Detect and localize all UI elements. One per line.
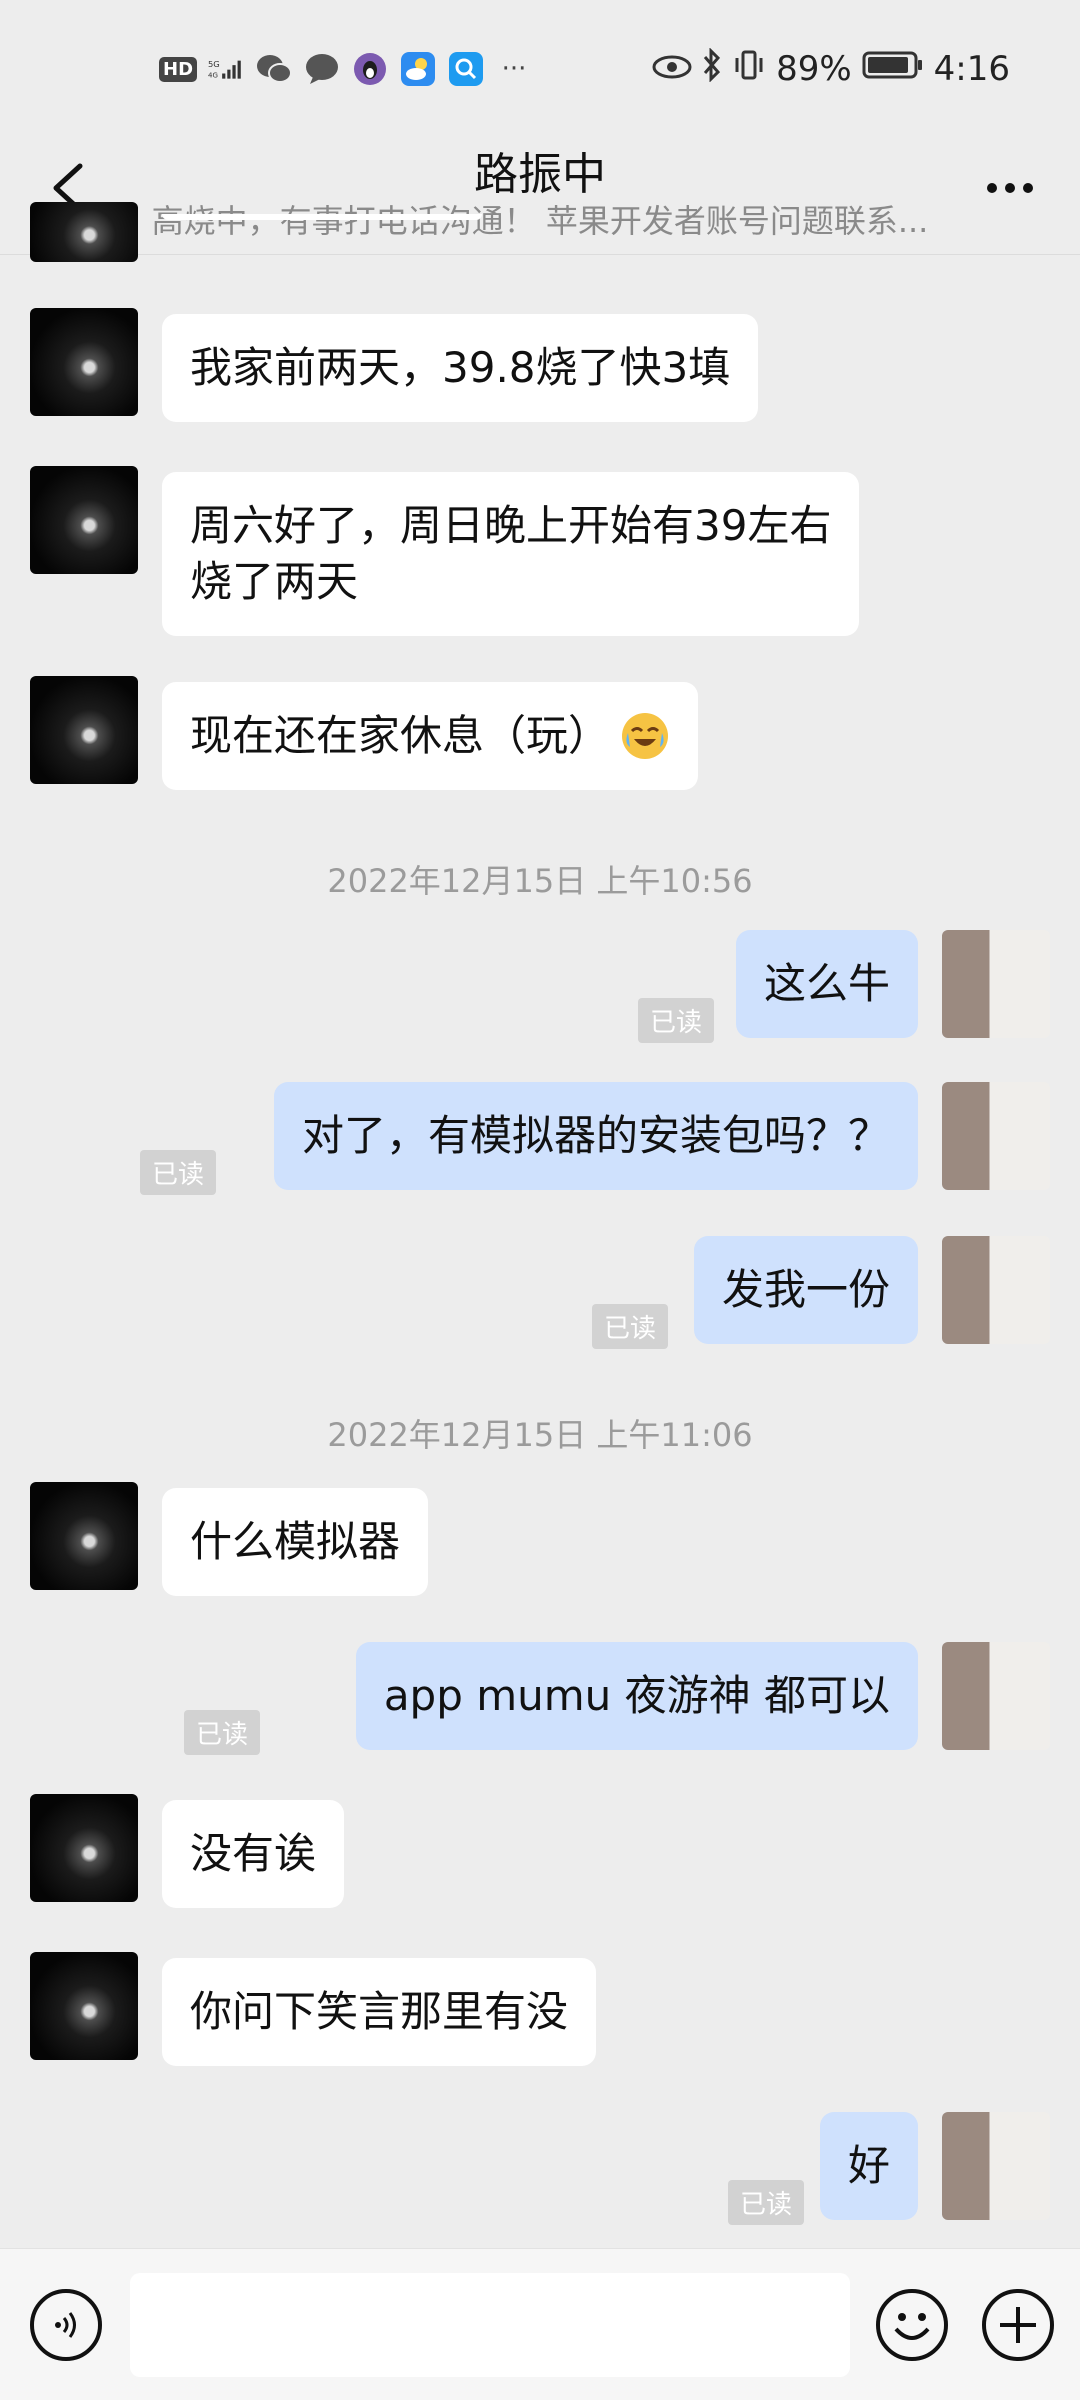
message-bubble[interactable]: 现在还在家休息（玩） (162, 682, 699, 790)
emoji-button[interactable] (876, 2289, 948, 2361)
contact-avatar[interactable] (30, 1952, 138, 2060)
message-line: 周六好了，周日晚上开始有39左右 (190, 501, 832, 550)
read-status-badge: 已读 (727, 2180, 804, 2225)
my-avatar[interactable] (942, 2112, 1050, 2220)
message-bubble[interactable]: 这么牛 (735, 930, 918, 1038)
chat-bubble-icon (304, 51, 340, 87)
message-bubble[interactable]: 发我一份 (693, 1236, 918, 1344)
contact-avatar[interactable] (30, 466, 138, 574)
vibrate-icon (732, 48, 766, 91)
contact-avatar[interactable] (30, 1794, 138, 1902)
message-bubble[interactable]: 好 (819, 2112, 918, 2220)
5g-signal-icon: 5G 4G (208, 51, 244, 87)
system-icons: 89% 4:16 (652, 44, 1010, 94)
message-timestamp: 2022年12月15日 上午11:06 (327, 1416, 753, 1454)
bluetooth-icon (702, 46, 722, 91)
smiley-icon (894, 2313, 930, 2340)
search-app-icon (448, 51, 484, 87)
battery-icon (862, 49, 924, 89)
more-options-button[interactable] (970, 152, 1050, 224)
status-bar: HD 5G 4G ··· 89% 4:16 (0, 0, 1080, 130)
contact-avatar[interactable] (30, 676, 138, 784)
chat-screen: HD 5G 4G ··· 89% 4:16 路振中 高烧中，有事打电话沟通！ 苹… (0, 0, 1080, 2400)
message-input-bar (0, 2248, 1080, 2400)
message-line: 烧了两天 (190, 557, 359, 606)
wechat-icon (256, 51, 292, 87)
contact-avatar[interactable] (30, 308, 138, 416)
notification-icons: HD 5G 4G ··· (159, 44, 532, 94)
contact-avatar[interactable] (30, 1482, 138, 1590)
more-icon (987, 183, 1033, 193)
read-status-badge: 已读 (637, 998, 714, 1043)
chat-header: 路振中 高烧中，有事打电话沟通！ 苹果开发者账号问题联系... (0, 130, 1080, 255)
message-text: 现在还在家休息（玩） (190, 711, 611, 760)
message-timestamp: 2022年12月15日 上午10:56 (327, 862, 753, 900)
my-avatar[interactable] (942, 1082, 1050, 1190)
message-bubble[interactable]: 我家前两天，39.8烧了快3填 (162, 314, 759, 422)
message-bubble-partial[interactable] (162, 214, 482, 220)
more-dots-icon: ··· (501, 54, 527, 84)
chat-title: 路振中 (474, 149, 606, 200)
read-status-badge: 已读 (139, 1150, 216, 1195)
message-bubble[interactable]: 你问下笑言那里有没 (162, 1958, 597, 2066)
weather-app-icon (400, 51, 436, 87)
battery-percent: 89% (776, 49, 852, 89)
svg-text:5G: 5G (208, 59, 220, 69)
plus-icon (1000, 2307, 1036, 2343)
my-avatar[interactable] (942, 1236, 1050, 1344)
message-bubble[interactable]: 什么模拟器 (162, 1488, 429, 1596)
hd-label: HD (159, 56, 198, 82)
message-bubble[interactable]: 没有诶 (162, 1800, 345, 1908)
laughing-crying-emoji-icon (622, 713, 669, 759)
message-bubble[interactable]: 周六好了，周日晚上开始有39左右 烧了两天 (162, 472, 860, 636)
my-avatar[interactable] (942, 1642, 1050, 1750)
voice-input-button[interactable] (30, 2289, 102, 2361)
my-avatar[interactable] (942, 930, 1050, 1038)
eye-icon (652, 49, 692, 89)
hd-icon: HD (159, 51, 198, 87)
qq-icon (352, 51, 388, 87)
clock: 4:16 (933, 49, 1010, 89)
message-bubble[interactable]: app mumu 夜游神 都可以 (355, 1642, 918, 1750)
svg-text:4G: 4G (208, 70, 218, 79)
message-bubble[interactable]: 对了，有模拟器的安装包吗？？ (273, 1082, 918, 1190)
voice-icon (55, 2312, 76, 2338)
read-status-badge: 已读 (183, 1710, 260, 1755)
message-input[interactable] (130, 2273, 850, 2377)
contact-avatar[interactable] (30, 202, 138, 262)
read-status-badge: 已读 (591, 1304, 668, 1349)
more-functions-button[interactable] (982, 2289, 1054, 2361)
